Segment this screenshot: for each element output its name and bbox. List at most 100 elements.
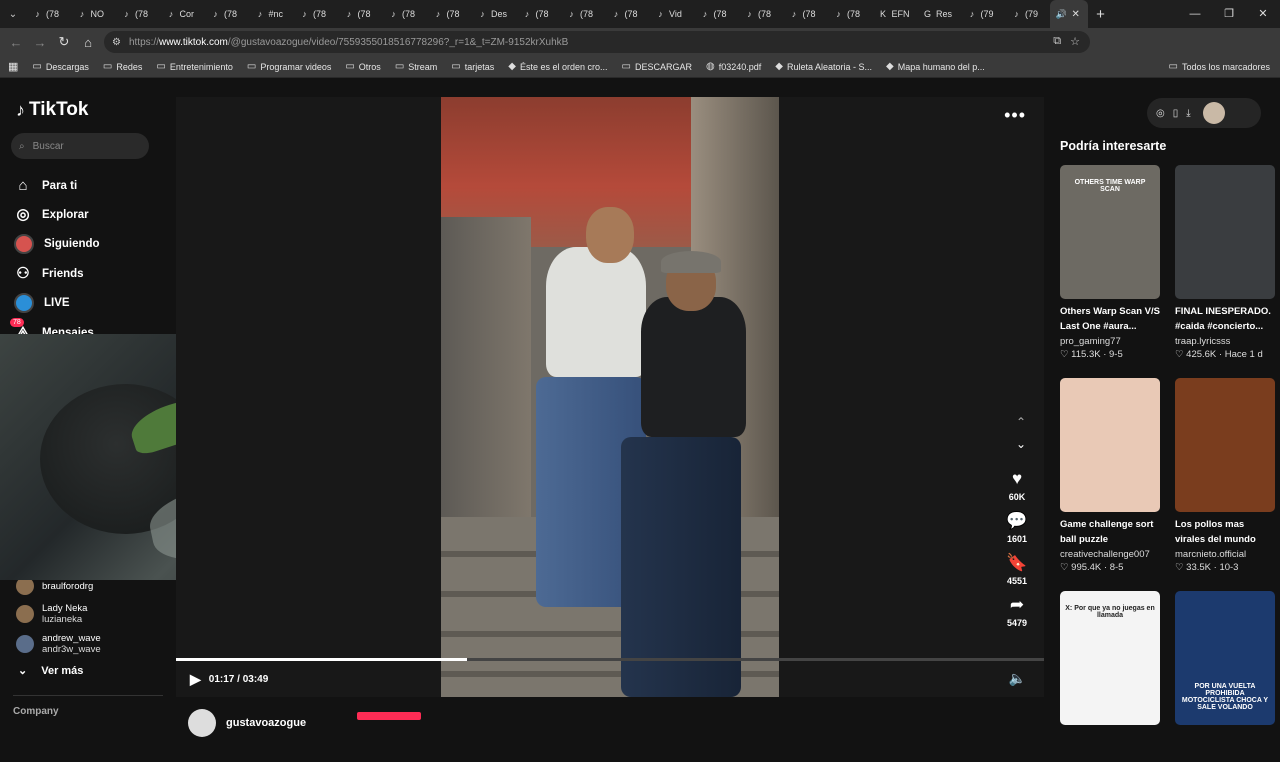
thumbnail[interactable]: X: Por que ya no juegas en llamada xyxy=(1060,591,1160,725)
url-prefix: https:// xyxy=(128,36,159,48)
sidebar-item[interactable]: ⚇ Friends xyxy=(14,259,100,288)
tab[interactable]: ♪ (79 xyxy=(1005,0,1050,28)
bookmark-item[interactable]: ▭ Programar videos xyxy=(247,61,331,72)
volume-icon[interactable]: 🔈 xyxy=(1009,670,1026,687)
thumbnail[interactable] xyxy=(1060,378,1160,512)
tab[interactable]: ♪ Des xyxy=(471,0,516,28)
author-avatar[interactable] xyxy=(188,709,216,737)
video-frame[interactable] xyxy=(441,97,779,697)
download-icon[interactable]: ⤓ xyxy=(1186,108,1190,119)
bookmark-item[interactable]: ◆ Éste es el orden cro... xyxy=(508,61,607,72)
bookmark-all[interactable]: ▭ Todos los marcadores xyxy=(1169,61,1271,72)
address-bar[interactable]: ⚙ https://www.tiktok.com/@gustavoazogue/… xyxy=(104,31,1090,53)
share-button[interactable]: ➦ 5479 xyxy=(1007,595,1027,628)
tab[interactable]: ♪ Vid xyxy=(649,0,694,28)
tiktok-logo[interactable]: ♪ TikTok xyxy=(16,99,88,121)
back-arrow-icon[interactable]: ← xyxy=(4,35,28,50)
tab[interactable]: ♪ #nc xyxy=(249,0,294,28)
tab[interactable]: ♪ (78 xyxy=(560,0,605,28)
recommendation-card[interactable]: Game challenge sort ball puzzle creative… xyxy=(1060,378,1160,573)
thumbnail[interactable]: OTHERS TIME WARP SCAN xyxy=(1060,165,1160,299)
close-window-icon[interactable]: ✕ xyxy=(1246,0,1280,28)
thumbnail[interactable] xyxy=(1175,165,1275,299)
more-options-icon[interactable]: ••• xyxy=(1004,105,1026,126)
recommendation-card[interactable]: POR UNA VUELTA PROHIBIDA MOTOCICLISTA CH… xyxy=(1175,591,1275,762)
url-host: www.tiktok.com xyxy=(158,36,228,48)
play-icon[interactable]: ▶ xyxy=(190,671,201,688)
bookmark-item[interactable]: ▭ Redes xyxy=(103,61,142,72)
bookmark-item[interactable]: ▭ tarjetas xyxy=(451,61,494,72)
bookmark-item[interactable]: ▭ Otros xyxy=(345,61,380,72)
next-video-icon[interactable]: ⌄ xyxy=(1016,437,1026,451)
tab-active[interactable]: 🔊 ✕ xyxy=(1049,0,1088,28)
bookmark-item[interactable]: ▭ DESCARGAR xyxy=(622,61,692,72)
bookmark-item[interactable]: ▭ Descargas xyxy=(32,61,88,72)
recommendation-card[interactable]: Los pollos mas virales del mundo marcnie… xyxy=(1175,378,1275,573)
bookmark-item[interactable]: ▭ Entretenimiento xyxy=(156,61,233,72)
comment-button[interactable]: 💬 1601 xyxy=(1006,511,1027,544)
restore-icon[interactable]: ❐ xyxy=(1212,0,1246,28)
tab[interactable]: ♪ (78 xyxy=(783,0,828,28)
card-stats: ♡ 115.3K · 9-5 xyxy=(1060,349,1123,360)
tab[interactable]: ♪ (78 xyxy=(738,0,783,28)
apps-grid-icon[interactable]: ▦ xyxy=(8,60,18,73)
site-info-icon[interactable]: ⚙ xyxy=(112,37,121,48)
following-item[interactable]: Lady Neka luzianeka xyxy=(16,603,101,625)
tab[interactable]: ♪ (78 xyxy=(115,0,160,28)
recommendation-card[interactable]: OTHERS TIME WARP SCAN Others Warp Scan V… xyxy=(1060,165,1160,360)
bookmark-star-icon[interactable]: ☆ xyxy=(1070,35,1080,48)
sidebar-item[interactable]: LIVE xyxy=(14,289,100,318)
progress-bar[interactable] xyxy=(176,658,1044,661)
tab[interactable]: ♪ (78 xyxy=(382,0,427,28)
search-input[interactable]: ⌕ Buscar xyxy=(11,133,149,159)
coin-icon[interactable]: ◎ xyxy=(1156,108,1165,119)
tab[interactable]: ♪ (78 xyxy=(516,0,561,28)
cast-icon[interactable]: ⧉ xyxy=(1053,35,1061,48)
ver-mas-button[interactable]: ⌄ Ver más xyxy=(18,664,83,678)
bookmark-item[interactable]: ◆ Ruleta Aleatoria - S... xyxy=(775,61,872,72)
card-likes: 425.6K xyxy=(1186,349,1217,360)
video-player[interactable]: ••• ⌃ ⌄ ♥ 60K 💬 1601 🔖 4551 ➦ 5479 ▶ 01:… xyxy=(176,97,1044,697)
thumbnail[interactable] xyxy=(1175,378,1275,512)
like-button[interactable]: ♥ 60K xyxy=(1009,469,1026,502)
new-tab-button[interactable]: + xyxy=(1088,6,1114,23)
tab[interactable]: ♪ (78 xyxy=(26,0,71,28)
tab[interactable]: ♪ NO xyxy=(71,0,116,28)
minimize-icon[interactable]: — xyxy=(1178,0,1212,28)
tab[interactable]: G Res xyxy=(916,0,961,28)
tab[interactable]: K EFN xyxy=(872,0,917,28)
tab[interactable]: ♪ (78 xyxy=(204,0,249,28)
company-heading[interactable]: Company xyxy=(13,706,59,717)
tab[interactable]: ♪ (78 xyxy=(694,0,739,28)
tab-label: Vid xyxy=(669,9,682,19)
forward-arrow-icon[interactable]: → xyxy=(28,35,52,50)
bookmark-item[interactable]: ◆ Mapa humano del p... xyxy=(886,61,985,72)
tab[interactable]: ♪ (78 xyxy=(427,0,472,28)
tab[interactable]: ♪ (78 xyxy=(605,0,650,28)
author-name[interactable]: gustavoazogue xyxy=(226,717,306,729)
tab[interactable]: ♪ (78 xyxy=(293,0,338,28)
recommendation-card[interactable]: X: Por que ya no juegas en llamada xyxy=(1060,591,1160,762)
bookmark-item[interactable]: ▭ Stream xyxy=(395,61,437,72)
close-tab-icon[interactable]: ✕ xyxy=(1072,9,1080,20)
sidebar-item[interactable]: ◎ Explorar xyxy=(14,200,100,229)
previous-video-icon[interactable]: ⌃ xyxy=(1016,415,1026,429)
home-icon[interactable]: ⌂ xyxy=(76,35,100,50)
follow-button[interactable] xyxy=(357,712,421,720)
thumbnail[interactable]: POR UNA VUELTA PROHIBIDA MOTOCICLISTA CH… xyxy=(1175,591,1275,725)
tab[interactable]: ♪ (79 xyxy=(961,0,1006,28)
save-button[interactable]: 🔖 4551 xyxy=(1006,553,1027,586)
sidebar-item[interactable]: ⌂ Para ti xyxy=(14,171,100,200)
tab-search-chevron-icon[interactable]: ⌄ xyxy=(0,0,26,28)
tab[interactable]: ♪ (78 xyxy=(827,0,872,28)
reload-icon[interactable]: ↻ xyxy=(52,34,76,50)
tab[interactable]: ♪ Cor xyxy=(160,0,205,28)
recommendation-card[interactable]: FINAL INESPERADO. #caida #concierto... t… xyxy=(1175,165,1275,360)
folder-icon: ▭ xyxy=(246,61,257,72)
sidebar-item[interactable]: Siguiendo xyxy=(14,230,100,259)
following-item[interactable]: andrew_wave andr3w_wave xyxy=(16,633,101,655)
bookmark-item[interactable]: ◍ f03240.pdf xyxy=(706,61,761,72)
device-icon[interactable]: ▯ xyxy=(1173,108,1179,119)
tab[interactable]: ♪ (78 xyxy=(338,0,383,28)
user-avatar[interactable] xyxy=(1202,102,1225,124)
